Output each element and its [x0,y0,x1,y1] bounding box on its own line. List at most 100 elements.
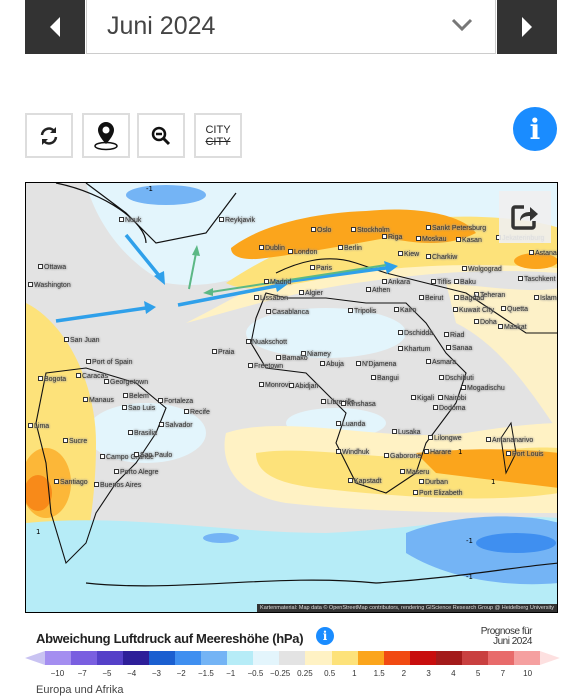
city-label: Recife [184,409,210,416]
city-label: Beirut [419,295,443,302]
city-label: N'Djamena [356,361,396,368]
city-label: Sanaa [446,345,472,352]
scale-color-cell [513,651,540,665]
scale-min-arrow [25,651,45,665]
triangle-right-icon [522,17,532,37]
triangle-left-icon [50,17,60,37]
scale-color-cell [149,651,176,665]
scale-tick-label: 2 [401,669,407,678]
city-label: Port of Spain [86,359,132,366]
city-label: Windhuk [336,449,369,456]
scale-color-cell [357,651,384,665]
location-button[interactable] [82,113,130,158]
city-label: Bamako [276,355,308,362]
scale-tick-label: 5 [475,669,481,678]
scale-color-cell [461,651,488,665]
forecast-label: Prognose für Juni 2024 [458,627,533,647]
scale-tick-label: 7 [500,669,506,678]
map-credit: Kartenmaterial: Map data © OpenStreetMap… [257,604,557,612]
contour-label: -1 [466,537,473,545]
scale-tick-label: −1 [226,669,236,678]
scale-tick-label: −0.25 [270,669,291,678]
scale-tick-label: −10 [50,669,65,678]
scale-tick-label: 1.5 [373,669,385,678]
next-month-button[interactable] [497,0,557,54]
scale-color-cell [409,651,436,665]
month-select[interactable]: Juni 2024 [86,0,496,54]
city-label: Washington [28,282,71,289]
city-label: Tripolis [348,308,376,315]
scale-color-cell [227,651,254,665]
scale-color-cell [97,651,124,665]
city-label: Baku [454,279,476,286]
city-label: Salvador [159,422,193,429]
city-label: Stockholm [351,227,390,234]
city-label: Lima [28,423,49,430]
city-label: Fortaleza [158,398,193,405]
city-label: Sao Luis [122,405,155,412]
region-label: Europa und Afrika [36,684,124,696]
city-label: Praia [212,349,234,356]
city-label: Abuja [320,361,344,368]
share-button[interactable] [499,191,551,243]
scale-tick-label: 0.25 [297,669,313,678]
city-label: Luanda [336,421,365,428]
city-label: Mogadischu [461,385,505,392]
city-label-struck: CITY [205,135,231,148]
refresh-button[interactable] [25,113,73,158]
scale-color-cell [331,651,358,665]
city-label: Doha [474,319,497,326]
legend-info-button[interactable]: i [316,627,334,645]
city-label: London [288,249,317,256]
city-label: Madrid [264,279,291,286]
city-label: Sao Paulo [134,452,172,459]
city-label: Lissabon [254,295,288,302]
city-label: Dschidda [398,330,433,337]
city-label: Santiago [54,479,88,486]
scale-color-cell [305,651,332,665]
legend-title: Abweichung Luftdruck auf Meereshöhe (hPa… [36,631,304,646]
city-label: Lilongwe [428,435,462,442]
city-label: Georgetown [104,379,148,386]
toggle-city-labels-button[interactable]: CITY CITY [194,113,242,158]
scale-tick-label: 0.5 [324,669,336,678]
city-label: Paris [310,265,332,272]
city-label: Astana [529,250,557,257]
color-scale-bar [25,651,560,665]
previous-month-button[interactable] [25,0,85,54]
scale-color-cell [71,651,98,665]
city-label: Oslo [311,227,331,234]
contour-label: 1 [458,448,463,456]
city-label: Charkiw [426,254,457,261]
city-label: Abidjan [289,383,318,390]
city-label: Bogota [38,376,66,383]
scale-tick-label: 3 [426,669,431,678]
city-label: Port Louis [506,451,544,458]
city-label: Harare [424,449,451,456]
city-label: Wolgograd [462,266,502,273]
scale-tick-label: 1 [352,669,357,678]
color-scale-ticks: −10 −7 −5 −4 −3 −2 −1.5 −1 −0.5 −0.25 0.25 0.5 1 1.5 2… [45,669,540,678]
scale-color-cell [175,651,202,665]
refresh-icon [40,126,58,145]
scale-color-cell [253,651,280,665]
city-label: Islamabad [534,295,557,302]
city-label: Nuakschott [246,339,287,346]
scale-color-cell [123,651,150,665]
city-label: Taschkent [518,276,556,283]
city-label: Kigali [411,395,434,402]
city-label: Freetown [248,363,283,370]
scale-color-cell [279,651,306,665]
city-label: Tiflis [431,279,451,286]
scale-max-arrow [539,651,560,665]
city-label: Athen [366,287,390,294]
pressure-anomaly-map[interactable]: 1 1 1 -1 -1 -1 Nuuk Reykjavik Dublin London… [25,182,558,613]
city-label: Nuuk [119,217,141,224]
city-label: Berlin [338,245,362,252]
scale-tick-label: 10 [523,669,533,678]
info-button[interactable]: i [513,107,557,151]
city-label: Antananarivo [486,437,533,444]
city-label: Lusaka [392,429,421,436]
zoom-out-button[interactable] [137,113,185,158]
city-label: Casablanca [266,309,309,316]
